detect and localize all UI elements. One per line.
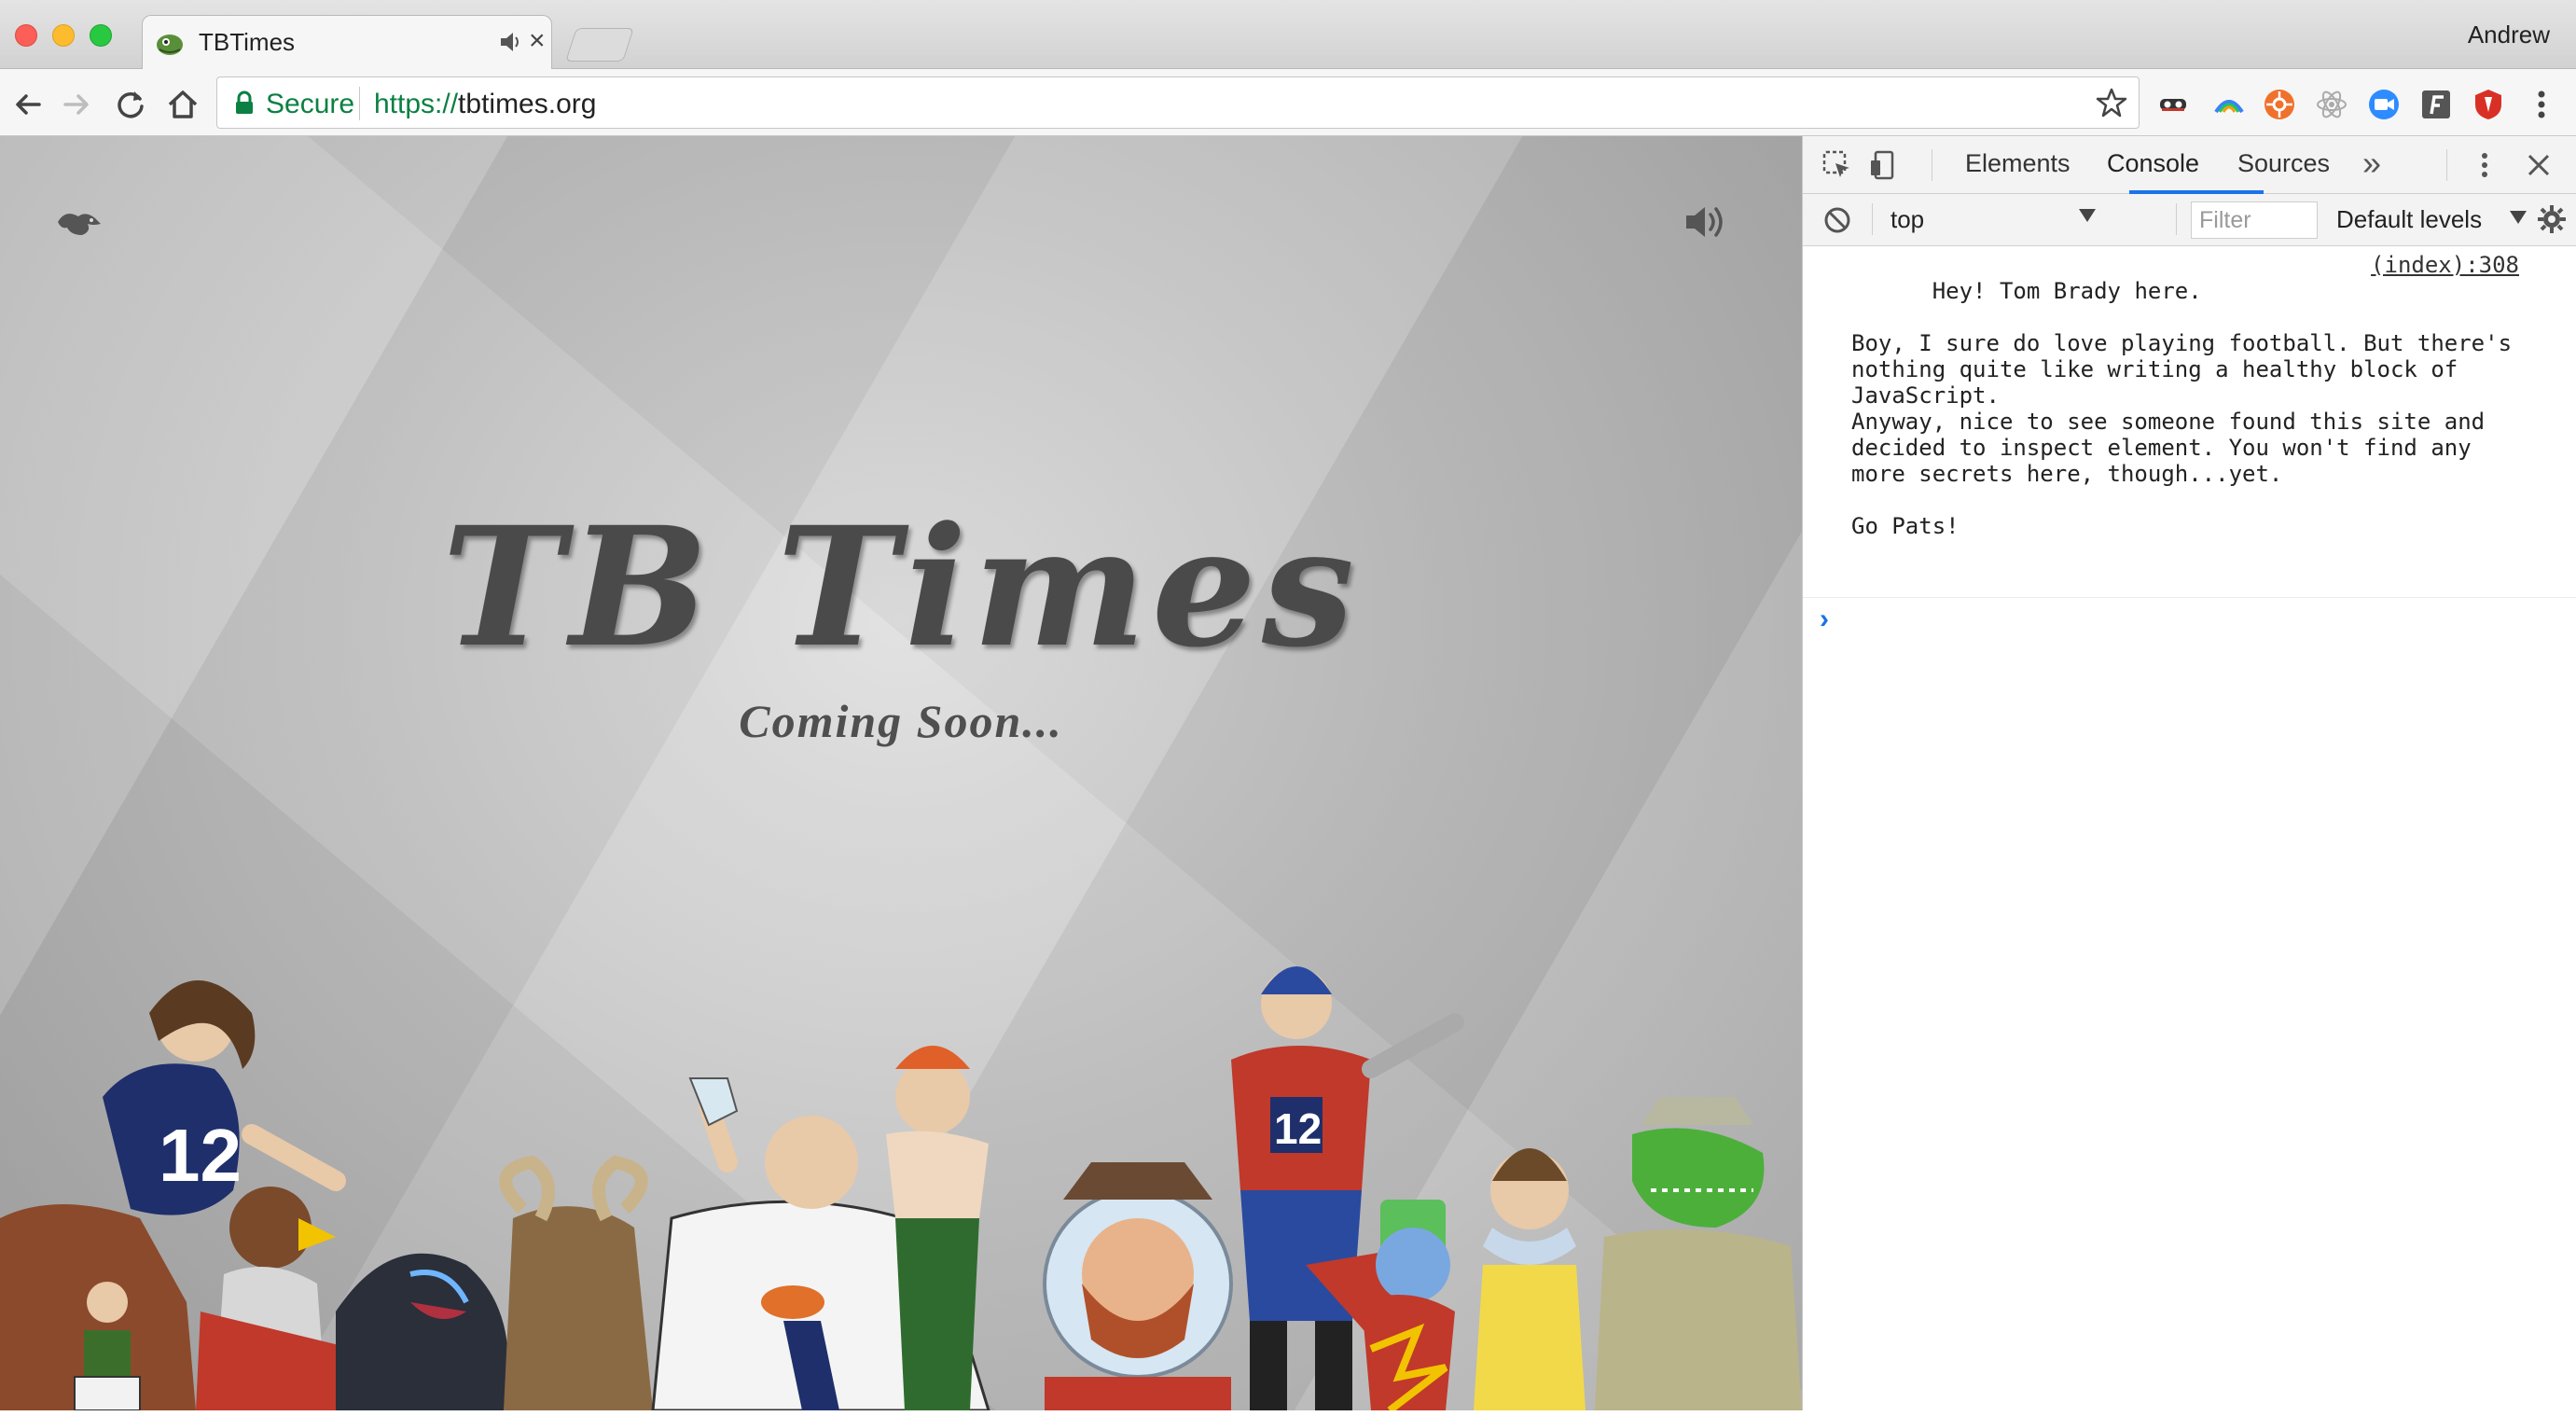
svg-text:12: 12 [159,1114,242,1197]
tab-strip: TBTimes × Andrew [0,0,2576,69]
lock-icon[interactable] [234,90,255,115]
site-title: TB Times [441,491,1361,684]
new-tab-button[interactable] [565,28,634,62]
browser-toolbar: Secure https://tbtimes.org [0,69,2576,136]
tab-console[interactable]: Console [2107,149,2199,178]
profile-name[interactable]: Andrew [2468,21,2550,49]
url-scheme: https:// [374,89,459,119]
console-message-text: Hey! Tom Brady here. Boy, I sure do love… [1851,278,2513,539]
console-filter-bar: top Default levels [1803,194,2576,246]
more-tabs-chevron-icon[interactable]: » [2362,144,2381,183]
browser-menu-icon[interactable] [2528,86,2555,123]
girl-character [1474,1148,1586,1410]
console-message: Hey! Tom Brady here. Boy, I sure do love… [1803,246,2576,598]
devtools-panel: Elements Console Sources » top Default l… [1802,136,2576,1410]
console-filter-input[interactable] [2191,201,2318,239]
extension-orange-network-icon[interactable] [2263,88,2296,121]
url-text[interactable]: https://tbtimes.org [374,89,596,120]
character-lineup-illustration: 12 12 [0,966,1802,1410]
reload-icon[interactable] [112,86,149,123]
devtools-separator [2446,149,2447,181]
prompt-chevron-icon: › [1820,604,1829,634]
window-maximize-button[interactable] [90,24,112,47]
extension-f-icon[interactable] [2419,88,2453,121]
extension-rainbow-icon[interactable] [2212,88,2246,121]
home-icon[interactable] [164,86,201,123]
url-host: tbtimes.org [458,89,597,119]
tab-sources[interactable]: Sources [2237,149,2330,178]
alligator-mascot-character [1595,1097,1802,1410]
devtools-tab-bar: Elements Console Sources » [1803,136,2576,194]
panther-mascot-character [336,1253,508,1410]
site-logo-icon[interactable] [54,203,104,243]
tab-title: TBTimes [199,28,296,56]
devtools-separator [2176,203,2177,235]
console-settings-gear-icon[interactable] [2536,203,2568,235]
omnibox-divider [359,87,360,120]
tab-elements[interactable]: Elements [1965,149,2070,178]
sound-toggle-icon[interactable] [1683,201,1729,243]
extension-zoom-video-icon[interactable] [2367,88,2401,121]
console-output: Hey! Tom Brady here. Boy, I sure do love… [1803,246,2576,639]
bearded-man-in-helmet-character [1043,1162,1233,1410]
secure-label[interactable]: Secure [266,89,354,120]
coming-soon-subtitle: Coming Soon... [739,695,1063,747]
tab-close-icon[interactable]: × [529,25,546,57]
eagle-mascot-character [196,1187,354,1410]
browser-tab-active[interactable]: TBTimes × [142,15,552,69]
clear-console-icon[interactable] [1821,204,1853,236]
devtools-menu-icon[interactable] [2469,149,2500,181]
extension-mask-icon[interactable] [2156,88,2190,121]
extension-react-icon[interactable] [2315,88,2348,121]
page-viewport: TB Times Coming Soon... 12 12 [0,136,1802,1410]
tab-audio-playing-icon[interactable] [499,29,523,55]
alligator-favicon-icon [157,35,183,55]
device-toolbar-icon[interactable] [1868,149,1900,181]
window-minimize-button[interactable] [52,24,75,47]
bookmark-star-icon[interactable] [2096,87,2127,118]
forward-arrow-icon[interactable] [58,86,95,123]
console-prompt[interactable]: › [1803,598,2576,639]
extension-red-shield-icon[interactable] [2472,88,2505,121]
javascript-context-select[interactable]: top [1890,203,2096,237]
svg-text:12: 12 [1274,1104,1322,1153]
devtools-separator [1872,203,1873,235]
inspect-element-icon[interactable] [1821,149,1853,181]
window-close-button[interactable] [15,24,37,47]
log-levels-select[interactable]: Default levels [2336,205,2482,234]
back-arrow-icon[interactable] [9,86,47,123]
address-bar[interactable]: Secure https://tbtimes.org [216,76,2140,129]
context-label: top [1890,205,1925,233]
levels-dropdown-caret-icon [2510,211,2527,224]
devtools-close-icon[interactable] [2523,149,2555,181]
context-dropdown-caret-icon [2079,209,2096,222]
console-message-source-link[interactable]: (index):308 [2371,252,2519,278]
